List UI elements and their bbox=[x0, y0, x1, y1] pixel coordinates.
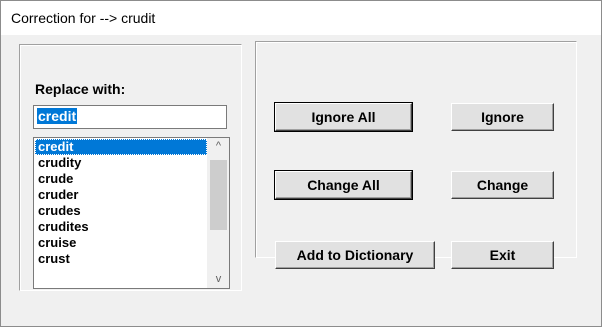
ignore-button[interactable]: Ignore bbox=[451, 103, 554, 131]
chevron-down-icon[interactable]: v bbox=[208, 271, 229, 288]
list-item[interactable]: cruise bbox=[35, 235, 207, 251]
suggestions-listbox[interactable]: credit crudity crude cruder crudes crudites cr… bbox=[33, 137, 230, 289]
replace-with-value: credit bbox=[37, 108, 78, 124]
replace-with-input[interactable]: credit bbox=[33, 105, 227, 129]
chevron-up-icon[interactable]: ^ bbox=[208, 138, 229, 155]
title-bar[interactable]: Correction for --> crudit bbox=[1, 1, 601, 35]
suggestions-list: credit crudity crude cruder crudes crudites cr… bbox=[35, 139, 207, 267]
list-item[interactable]: crude bbox=[35, 171, 207, 187]
add-to-dictionary-button[interactable]: Add to Dictionary bbox=[275, 241, 435, 269]
suggestions-scrollbar[interactable]: ^ v bbox=[207, 138, 229, 288]
actions-panel bbox=[255, 41, 577, 258]
change-button[interactable]: Change bbox=[451, 171, 554, 199]
list-item[interactable]: crust bbox=[35, 251, 207, 267]
exit-button[interactable]: Exit bbox=[451, 241, 554, 269]
list-item[interactable]: crudites bbox=[35, 219, 207, 235]
list-item[interactable]: crudity bbox=[35, 155, 207, 171]
ignore-all-button[interactable]: Ignore All bbox=[274, 102, 413, 132]
change-all-button[interactable]: Change All bbox=[274, 170, 413, 200]
list-item[interactable]: credit bbox=[35, 139, 207, 155]
window-title: Correction for --> crudit bbox=[11, 10, 156, 26]
list-item[interactable]: crudes bbox=[35, 203, 207, 219]
scrollbar-thumb[interactable] bbox=[210, 160, 227, 230]
replace-with-label: Replace with: bbox=[35, 81, 126, 97]
list-item[interactable]: cruder bbox=[35, 187, 207, 203]
